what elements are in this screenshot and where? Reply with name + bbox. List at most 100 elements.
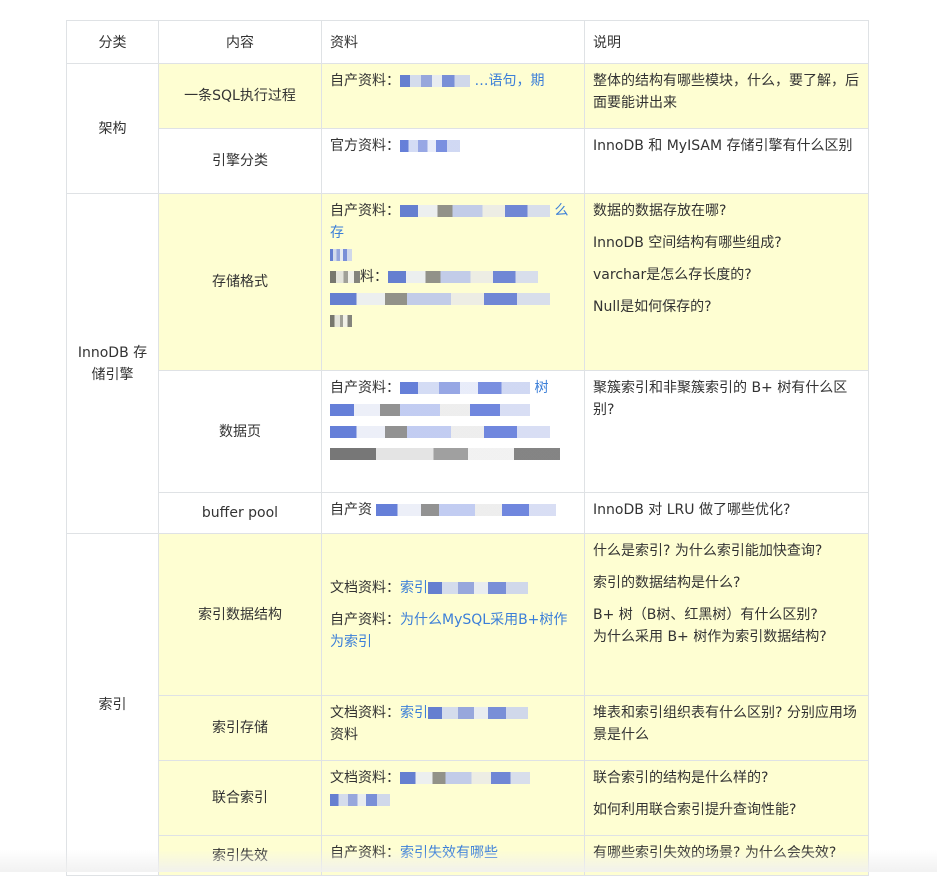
resource-line — [330, 421, 576, 443]
redacted-block — [330, 404, 530, 416]
resource-cell: 自产资料： …语句，期 — [321, 63, 585, 129]
redacted-block — [400, 772, 530, 784]
header-category: 分类 — [66, 20, 159, 64]
resource-label: 自产资料： — [330, 203, 400, 219]
resource-line — [330, 443, 576, 465]
resource-label: 文档资料： — [330, 770, 400, 786]
topic-cell: 存储格式 — [158, 193, 322, 371]
description-cell: 聚簇索引和非聚簇索引的 B+ 树有什么区别? — [584, 370, 869, 493]
redacted-block — [388, 271, 538, 283]
table-header-row: 分类 内容 资料 说明 — [66, 20, 869, 64]
resource-line — [330, 310, 576, 332]
redacted-block — [330, 426, 550, 438]
table-row: 架构 一条SQL执行过程 自产资料： …语句，期 整体的结构有哪些模块，什么，要… — [66, 63, 869, 194]
table-row: InnoDB 存储引擎 存储格式 自产资料： 么存 料： 数据的数据存放在哪? … — [66, 193, 869, 534]
description-cell: 整体的结构有哪些模块，什么，要了解，后面要能讲出来 — [584, 63, 869, 129]
topic-cell: 索引数据结构 — [158, 533, 322, 696]
resource-link[interactable]: 索引 — [400, 705, 428, 721]
description-line: varchar是怎么存长度的? — [593, 267, 752, 283]
topic-cell: 联合索引 — [158, 760, 322, 836]
resource-line: 资料 — [330, 727, 358, 743]
resource-label: 自产资 — [330, 502, 372, 518]
description-line: InnoDB 对 LRU 做了哪些优化? — [593, 502, 791, 518]
resource-line — [330, 789, 576, 811]
topic-cell: 数据页 — [158, 370, 322, 493]
resource-cell: 自产资 — [321, 492, 585, 534]
redacted-block — [330, 794, 390, 806]
description-line: 如何利用联合索引提升查询性能? — [593, 802, 797, 818]
resource-label: 自产资料： — [330, 380, 400, 396]
description-cell: 堆表和索引组织表有什么区别? 分别应用场景是什么 — [584, 695, 869, 761]
redacted-block — [330, 249, 352, 261]
redacted-block — [428, 581, 528, 594]
resource-cell: 文档资料： — [321, 760, 585, 836]
resource-label: 官方资料： — [330, 138, 400, 154]
resource-label: 文档资料： — [330, 705, 400, 721]
description-cell: 什么是索引? 为什么索引能加快查询? 索引的数据结构是什么? B+ 树（B树、红… — [584, 533, 869, 696]
resource-line: 料： — [330, 266, 576, 288]
redacted-block — [330, 448, 560, 460]
topic-cell: 索引存储 — [158, 695, 322, 761]
knowledge-table-container: 分类 内容 资料 说明 架构 一条SQL执行过程 自产资料： …语句，期 整体的… — [66, 20, 869, 876]
resource-line: 自产资料： 么存 — [330, 200, 576, 244]
redacted-block — [400, 140, 460, 152]
topic-cell: 引擎分类 — [158, 128, 322, 194]
description-line: 为什么采用 B+ 树作为索引数据结构? — [593, 629, 827, 645]
resource-line — [330, 399, 576, 421]
header-description: 说明 — [584, 20, 869, 64]
redacted-block — [330, 293, 550, 305]
resource-line: 自产资料： 树 — [330, 377, 576, 399]
description-cell: InnoDB 和 MyISAM 存储引擎有什么区别 — [584, 128, 869, 194]
redacted-block — [330, 271, 360, 283]
description-line: B+ 树（B树、红黑树）有什么区别? — [593, 607, 818, 623]
description-line: 堆表和索引组织表有什么区别? 分别应用场景是什么 — [593, 705, 857, 743]
category-cell: InnoDB 存储引擎 — [66, 193, 159, 534]
resource-line: 自产资料：为什么MySQL采用B+树作为索引 — [330, 609, 576, 653]
resource-line — [330, 244, 576, 266]
resource-line — [330, 288, 576, 310]
category-cell: 架构 — [66, 63, 159, 194]
description-line: InnoDB 空间结构有哪些组成? — [593, 235, 782, 251]
redacted-block — [330, 315, 352, 327]
description-line: 整体的结构有哪些模块，什么，要了解，后面要能讲出来 — [593, 73, 859, 111]
description-line: InnoDB 和 MyISAM 存储引擎有什么区别 — [593, 138, 853, 154]
table-row: 联合索引 文档资料： 联合索引的结构是什么样的? 如何利用联合索引提升查询性能? — [67, 760, 869, 836]
resource-label: 料： — [360, 269, 388, 285]
resource-link[interactable]: 树 — [534, 380, 548, 396]
topic-cell: 一条SQL执行过程 — [158, 63, 322, 129]
resource-cell: 自产资料： 树 — [321, 370, 585, 493]
resource-link[interactable]: 索引 — [400, 580, 428, 596]
header-topic: 内容 — [158, 20, 322, 64]
redacted-block — [428, 707, 528, 719]
topic-cell: buffer pool — [158, 492, 322, 534]
table-row: 数据页 自产资料： 树 聚簇索引和非聚簇索引的 B+ 树有什么区别? — [67, 370, 869, 493]
knowledge-table: 分类 内容 资料 说明 架构 一条SQL执行过程 自产资料： …语句，期 整体的… — [66, 20, 869, 876]
bottom-scroll-fade — [0, 850, 937, 872]
resource-link[interactable]: …语句，期 — [474, 73, 544, 89]
resource-label: 自产资料： — [330, 611, 400, 628]
resource-line: 文档资料：索引 — [330, 577, 576, 599]
category-cell: 索引 — [66, 533, 159, 876]
resource-line: 文档资料： — [330, 767, 576, 789]
resource-label: 自产资料： — [330, 73, 400, 89]
redacted-block — [400, 75, 470, 87]
description-line: Null是如何保存的? — [593, 299, 712, 315]
description-line: 数据的数据存放在哪? — [593, 203, 727, 219]
table-row: 引擎分类 官方资料： InnoDB 和 MyISAM 存储引擎有什么区别 — [67, 128, 869, 194]
resource-cell: 自产资料： 么存 料： — [321, 193, 585, 371]
table-row: buffer pool 自产资 InnoDB 对 LRU 做了哪些优化? — [67, 492, 869, 534]
table-row: 索引存储 文档资料：索引 资料 堆表和索引组织表有什么区别? 分别应用场景是什么 — [67, 695, 869, 761]
redacted-block — [400, 382, 530, 394]
resource-cell: 文档资料：索引 资料 — [321, 695, 585, 761]
description-line: 聚簇索引和非聚簇索引的 B+ 树有什么区别? — [593, 380, 848, 418]
resource-label: 文档资料： — [330, 579, 400, 596]
description-cell: InnoDB 对 LRU 做了哪些优化? — [584, 492, 869, 534]
redacted-block — [376, 504, 557, 516]
description-line: 什么是索引? 为什么索引能加快查询? — [593, 543, 823, 559]
resource-cell: 官方资料： — [321, 128, 585, 194]
table-row: 索引 索引数据结构 文档资料：索引 自产资料：为什么MySQL采用B+树作为索引… — [66, 533, 869, 876]
description-line: 联合索引的结构是什么样的? — [593, 770, 769, 786]
redacted-block — [400, 205, 550, 217]
description-cell: 数据的数据存放在哪? InnoDB 空间结构有哪些组成? varchar是怎么存… — [584, 193, 869, 371]
description-line: 索引的数据结构是什么? — [593, 575, 741, 591]
